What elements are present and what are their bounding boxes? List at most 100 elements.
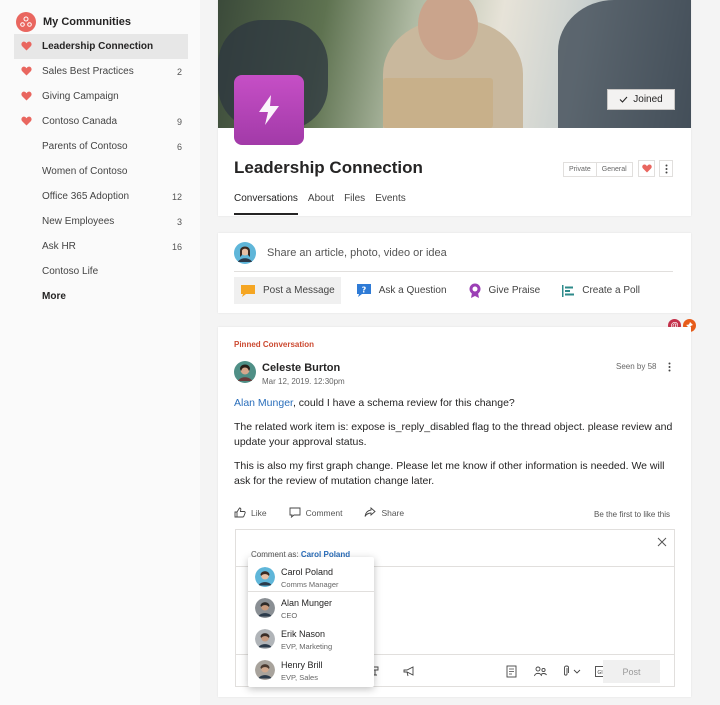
avatar [255,598,275,618]
suggestion-name: Alan Munger [281,598,333,608]
message-paragraph-2: The related work item is: expose is_repl… [234,421,673,448]
community-more-button[interactable] [659,160,673,177]
post-comment-button[interactable]: Post [603,660,660,683]
sidebar-item-community[interactable]: Women of Contoso [14,159,188,184]
like-button[interactable]: Like [234,507,267,518]
close-icon[interactable] [656,536,668,548]
classification-badge: General [595,163,632,176]
suggestion-role: Comms Manager [281,580,339,589]
sidebar-item-community[interactable]: Parents of Contoso 6 [14,134,188,159]
avatar [255,660,275,680]
more-vertical-icon [668,362,670,372]
poll-icon [562,284,575,297]
sidebar-item-label: Parents of Contoso [42,141,128,152]
sidebar-item-community[interactable]: Sales Best Practices 2 [14,59,188,84]
like-summary: Be the first to like this [594,510,671,519]
heart-icon [21,41,32,51]
sidebar-item-count: 6 [176,141,182,152]
sidebar-item-community[interactable]: New Employees 3 [14,209,188,234]
ask-question-button[interactable]: ? Ask a Question [350,277,453,304]
sidebar-item-label: Giving Campaign [42,91,119,102]
comment-icon [289,507,301,518]
sidebar-item-label: Women of Contoso [42,166,128,177]
suggestion-name: Henry Brill [281,660,323,670]
mention-link[interactable]: Alan Munger [234,397,293,409]
create-poll-label: Create a Poll [582,285,641,296]
document-icon[interactable] [504,664,518,678]
sidebar-item-community[interactable]: Ask HR 16 [14,234,188,259]
create-poll-button[interactable]: Create a Poll [555,277,646,304]
sidebar-more-link[interactable]: More [14,284,188,309]
community-tabs: Conversations About Files Events [234,193,416,215]
mention-suggestion-item[interactable]: Erik Nason EVP, Marketing [248,623,374,654]
author-name[interactable]: Celeste Burton [262,362,340,374]
share-button[interactable]: Share [364,507,404,518]
seen-by-count[interactable]: Seen by 58 [616,362,656,371]
avatar [255,567,275,587]
give-praise-button[interactable]: Give Praise [462,277,547,304]
give-praise-label: Give Praise [488,285,541,296]
pinned-label: Pinned Conversation [234,340,315,349]
reaction-bar: Like Comment Share [234,507,426,518]
sidebar-item-community[interactable]: Contoso Canada 9 [14,109,188,134]
post-message-label: Post a Message [263,285,335,296]
sidebar-item-label: New Employees [42,216,115,227]
suggestion-role: CEO [281,611,298,620]
sidebar-item-label: Contoso Canada [42,116,118,127]
mention-suggestion-item[interactable]: Henry Brill EVP, Sales [248,654,374,685]
post-message-button[interactable]: Post a Message [234,277,341,304]
heart-icon [21,116,32,126]
community-list: Leadership Connection Sales Best Practice… [14,34,188,309]
my-communities-header[interactable]: My Communities [16,12,131,32]
privacy-badge: Private [569,166,591,173]
sidebar-item-label: Contoso Life [42,266,99,277]
community-header-card: Joined Leadership Connection Private Gen… [218,0,691,216]
share-icon [364,507,377,517]
community-title: Leadership Connection [234,158,423,177]
praise-people-icon[interactable] [533,664,547,678]
sidebar-item-community[interactable]: Contoso Life [14,259,188,284]
share-input[interactable]: Share an article, photo, video or idea [234,242,447,264]
mention-suggestion-item[interactable]: Alan Munger CEO [248,592,374,623]
suggestion-name: Carol Poland [281,567,334,577]
post-more-button[interactable] [664,360,674,374]
post-timestamp: Mar 12, 2019. 12:30pm [262,377,345,386]
more-vertical-icon [665,164,667,173]
sidebar-more-label: More [42,291,66,302]
checkmark-icon [619,96,628,103]
sidebar-item-label: Ask HR [42,241,76,252]
tab-files[interactable]: Files [344,193,365,215]
tab-about[interactable]: About [308,193,334,215]
message-text: , could I have a schema review for this … [292,397,515,409]
mention-suggestion-item[interactable]: Carol Poland Comms Manager [248,561,374,592]
sidebar-item-count: 2 [176,66,182,77]
comment-label: Comment [305,507,343,518]
mention-suggestions: Carol Poland Comms Manager Alan Munger CEO E… [248,557,374,687]
sidebar-item-community[interactable]: Office 365 Adoption 12 [14,184,188,209]
svg-text:?: ? [361,286,366,295]
sidebar-item-community[interactable]: Giving Campaign [14,84,188,109]
tab-conversations[interactable]: Conversations [234,193,298,215]
favorite-button[interactable] [638,160,655,177]
community-logo [234,75,304,145]
sidebar-item-community[interactable]: Leadership Connection [14,34,188,59]
comment-button[interactable]: Comment [289,507,343,518]
attach-icon[interactable] [561,664,585,678]
heart-icon [21,91,32,101]
suggestion-role: EVP, Sales [281,673,318,682]
message-line-1: Alan Munger, could I have a schema revie… [234,396,679,411]
like-label: Like [251,507,267,518]
sidebar-item-count: 9 [176,116,182,127]
user-avatar [234,242,256,264]
avatar [255,629,275,649]
share-placeholder: Share an article, photo, video or idea [267,247,447,259]
tab-events[interactable]: Events [375,193,406,215]
author-avatar[interactable] [234,361,256,383]
sidebar-item-count: 12 [171,191,182,202]
suggestion-name: Erik Nason [281,629,326,639]
joined-button[interactable]: Joined [607,89,675,110]
announcement-icon[interactable] [402,664,416,678]
joined-label: Joined [633,94,663,105]
heart-icon [21,66,32,76]
publisher-actions: Post a Message ? Ask a Question Give Pra… [234,277,655,304]
